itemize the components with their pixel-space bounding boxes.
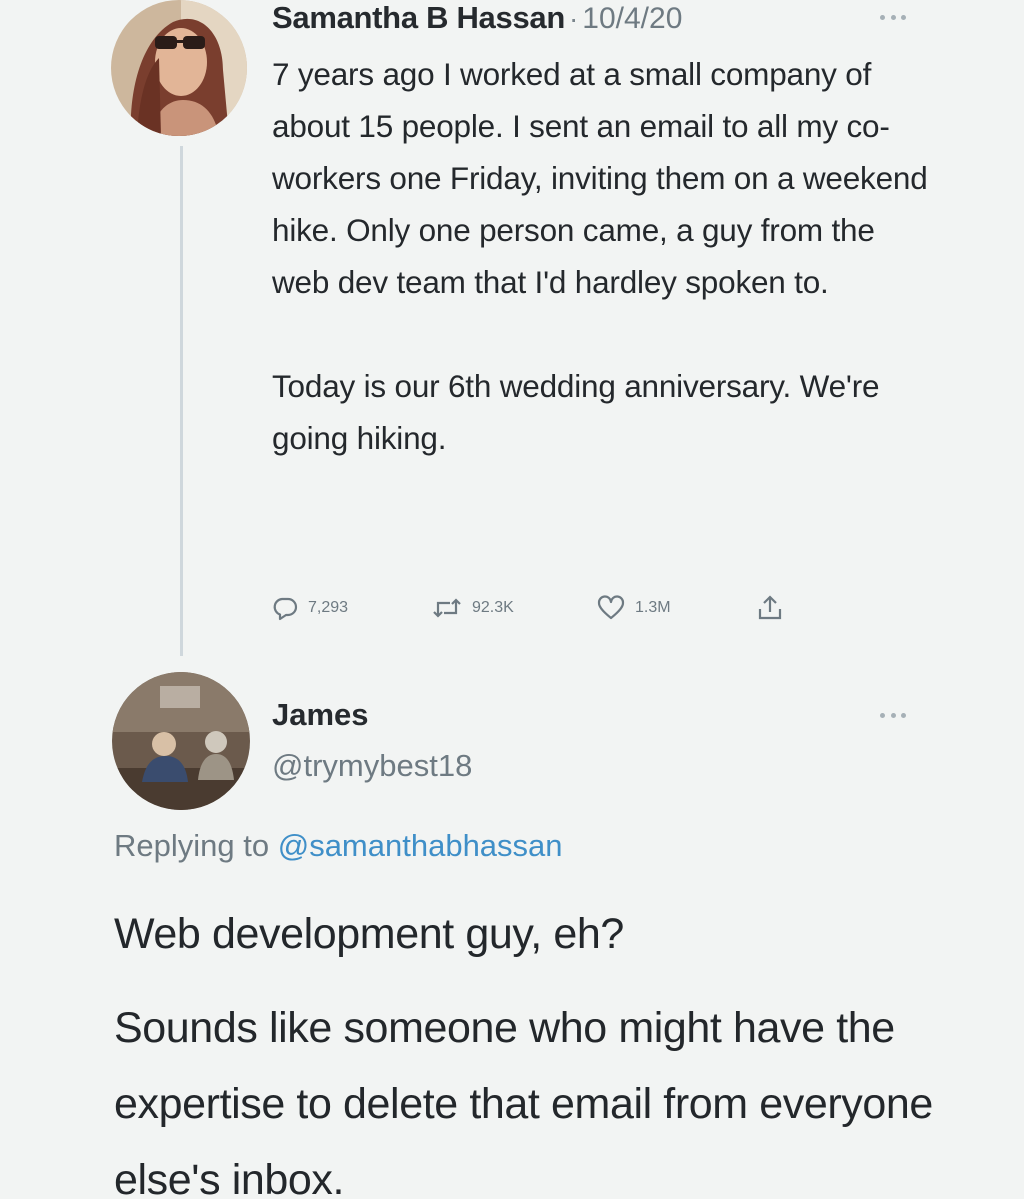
share-button[interactable] (757, 594, 783, 622)
reply-count: 7,293 (308, 599, 349, 616)
header-separator: · (568, 3, 579, 34)
retweet-button[interactable]: 92.3K (432, 595, 597, 621)
more-icon[interactable] (880, 12, 906, 22)
reply-author-name[interactable]: James (272, 697, 369, 733)
reply-button[interactable]: 7,293 (272, 595, 432, 621)
avatar-james-image (112, 672, 250, 810)
reply-body: Web development guy, eh? Sounds like som… (114, 896, 994, 1199)
retweet-icon (432, 595, 462, 621)
reply-author-handle[interactable]: @trymybest18 (272, 748, 472, 784)
replying-to-line: Replying to @samanthabhassan (114, 828, 563, 864)
like-count: 1.3M (635, 599, 671, 616)
tweet-screenshot: Samantha B Hassan · 10/4/20 7 years ago … (0, 0, 1024, 1199)
reply-icon (272, 595, 298, 621)
replying-to-label: Replying to (114, 828, 270, 863)
tweet-header: Samantha B Hassan · 10/4/20 (272, 0, 682, 40)
tweet-paragraph-1: 7 years ago I worked at a small company … (272, 56, 928, 300)
avatar-james[interactable] (112, 672, 250, 810)
share-icon (757, 594, 783, 622)
retweet-count: 92.3K (472, 599, 514, 616)
thread-connector-line (180, 146, 183, 656)
tweet-body: 7 years ago I worked at a small company … (272, 48, 932, 464)
tweet-paragraph-2: Today is our 6th wedding anniversary. We… (272, 368, 880, 456)
author-name[interactable]: Samantha B Hassan (272, 0, 565, 36)
avatar-samantha[interactable] (111, 0, 247, 136)
tweet-date[interactable]: 10/4/20 (582, 2, 682, 36)
more-icon[interactable] (880, 710, 906, 720)
like-button[interactable]: 1.3M (597, 595, 757, 621)
replying-to-mention[interactable]: @samanthabhassan (278, 828, 563, 863)
reply-paragraph-1: Web development guy, eh? (114, 910, 624, 958)
tweet-actions: 7,293 92.3K 1.3M (272, 588, 783, 628)
avatar-samantha-image (111, 0, 247, 136)
like-icon (597, 595, 625, 621)
reply-paragraph-2: Sounds like someone who might have the e… (114, 1004, 933, 1199)
